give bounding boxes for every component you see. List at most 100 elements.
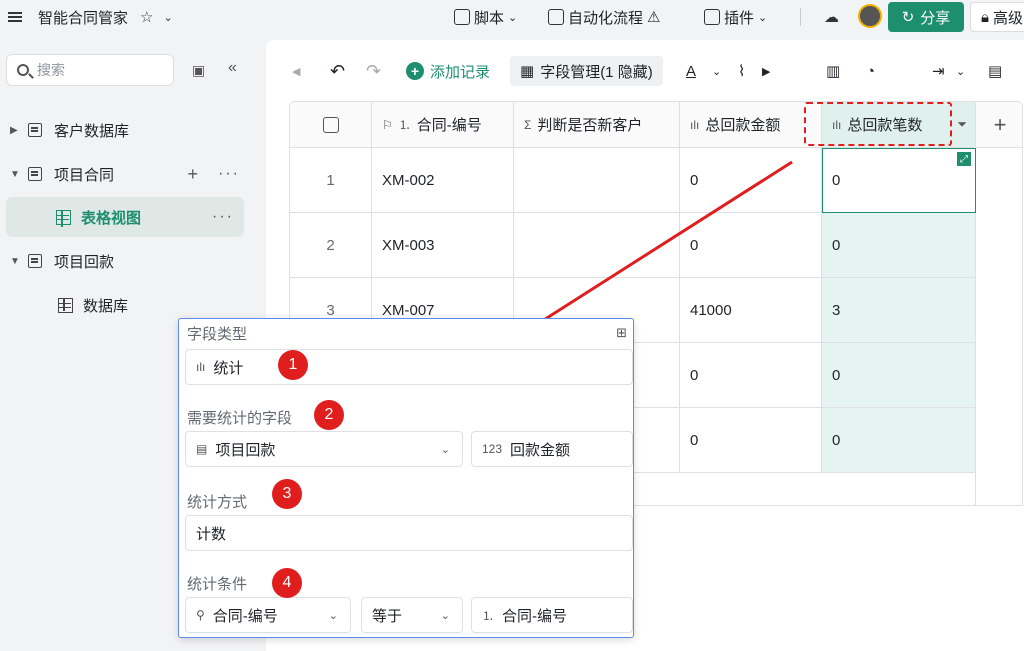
more-icon[interactable]: ··· (212, 208, 234, 226)
redo-icon[interactable]: ↷ (366, 56, 381, 86)
text-color-icon[interactable]: A (686, 56, 696, 86)
sidebar-item-grid-view[interactable]: 表格视图 ··· (6, 197, 244, 237)
scroll-right-icon[interactable]: ▶ (762, 56, 770, 86)
star-icon[interactable]: ☆ (140, 8, 153, 26)
share-button[interactable]: ↻ 分享 (888, 2, 964, 32)
scroll-left-icon[interactable]: ◀ (292, 56, 300, 86)
cell-total-amount[interactable]: 0 (680, 343, 822, 408)
column-header-label: 合同-编号 (416, 117, 482, 134)
add-record-button[interactable]: + 添加记录 (406, 56, 490, 86)
cloud-sync-icon[interactable]: ☁ (824, 8, 839, 26)
column-header-new-customer[interactable]: Σ 判断是否新客户 (514, 102, 680, 148)
panel-icon[interactable]: ▣ (192, 62, 205, 79)
script-icon (454, 9, 470, 25)
chevron-down-icon[interactable]: ⌄ (163, 11, 172, 24)
share-icon: ↻ (901, 9, 915, 26)
sidebar-item-label: 项目回款 (54, 253, 115, 271)
script-menu[interactable]: 脚本 ⌄ (454, 0, 517, 34)
chevron-down-icon[interactable]: ⌄ (712, 56, 721, 86)
search-input[interactable]: 搜索 (6, 54, 174, 86)
cond-field-select[interactable]: ⚲ 合同-编号 ⌄ (185, 597, 351, 633)
caret-down-icon[interactable]: ▼ (10, 256, 22, 267)
field-config-popup: 字段类型 ⊞ ılı 统计 需要统计的字段 ▤ 项目回款 ⌄ 123 回款金额 … (178, 318, 634, 638)
cell-total-count[interactable]: 0 (822, 408, 976, 473)
cell-new-customer[interactable] (514, 213, 680, 278)
column-header-contract-no[interactable]: ⚐ ⒈ 合同-编号 (372, 102, 514, 148)
cell-total-count[interactable]: 0 (822, 213, 976, 278)
sidebar-item-label: 表格视图 (81, 209, 142, 227)
apps-icon[interactable]: ⊞ (616, 325, 627, 341)
format-icon[interactable]: ⌇ (738, 56, 745, 86)
caret-right-icon[interactable]: ▶ (10, 125, 22, 136)
field-type-select[interactable]: ılı 统计 (185, 349, 633, 385)
history-icon[interactable]: ◔ (866, 56, 875, 86)
stat-method-select[interactable]: 计数 (185, 515, 633, 551)
collapse-icon[interactable]: « (228, 59, 237, 77)
field-manage-label: 字段管理(1 隐藏) (540, 63, 653, 81)
field-manage-button[interactable]: ▦ 字段管理(1 隐藏) (510, 56, 663, 86)
robot-icon (548, 9, 564, 25)
chevron-down-icon: ⌄ (328, 609, 338, 622)
caret-down-icon[interactable]: ▼ (10, 169, 22, 180)
cell-new-customer[interactable] (514, 148, 680, 213)
menu-icon[interactable] (8, 12, 22, 22)
sidebar-item-contracts[interactable]: ▼ 项目合同 + ··· (0, 154, 250, 194)
layout-icon[interactable]: ▥ (826, 56, 840, 86)
add-icon[interactable]: + (187, 164, 200, 185)
sidebar-item-customers[interactable]: ▶ 客户数据库 (0, 110, 250, 150)
cell-total-amount[interactable]: 41000 (680, 278, 822, 343)
cell-contract-no[interactable]: XM-003 (372, 213, 514, 278)
table-icon (28, 123, 42, 137)
expand-icon[interactable]: ⤢ (957, 152, 971, 166)
field-type-label: 字段类型 (187, 326, 248, 343)
search-placeholder: 搜索 (37, 62, 65, 78)
cond-value-select[interactable]: ⒈ 合同-编号 (471, 597, 633, 633)
step-badge: 3 (272, 479, 302, 509)
chevron-down-icon[interactable]: ⌄ (956, 56, 965, 86)
bar-chart-icon: ılı (196, 360, 206, 374)
add-column-button[interactable]: + (976, 102, 1022, 148)
select-all-checkbox[interactable] (290, 102, 372, 148)
lock-icon: 🔒︎ (981, 8, 989, 26)
chevron-down-icon: ⌄ (508, 11, 518, 24)
cond-op-select[interactable]: 等于 ⌄ (361, 597, 463, 633)
plugin-menu[interactable]: 插件 ⌄ (704, 0, 767, 34)
cell-contract-no[interactable]: XM-002 (372, 148, 514, 213)
column-header-total-amount[interactable]: ılı 总回款金额 (680, 102, 822, 148)
stat-field-select[interactable]: 123 回款金额 (471, 431, 633, 467)
cell-total-count[interactable]: 0 (822, 343, 976, 408)
bar-chart-icon: ılı (690, 117, 700, 132)
clipboard-icon[interactable]: ▤ (988, 56, 1002, 86)
row-number: 2 (290, 213, 372, 278)
avatar[interactable] (858, 4, 882, 28)
stat-table-value: 项目回款 (215, 441, 276, 459)
stat-method-value: 计数 (196, 525, 227, 543)
link-icon: ⚲ (196, 608, 205, 622)
advanced-button[interactable]: 🔒︎ 高级 (970, 2, 1024, 32)
script-label: 脚本 (474, 9, 505, 27)
warning-icon: ⚠ (647, 9, 661, 26)
stat-table-select[interactable]: ▤ 项目回款 ⌄ (185, 431, 463, 467)
cond-value: 合同-编号 (502, 607, 568, 625)
sidebar-item-payments[interactable]: ▼ 项目回款 (0, 241, 250, 281)
filter-icon[interactable]: ⏷ (957, 117, 967, 132)
share-label: 分享 (920, 9, 951, 27)
cell-total-amount[interactable]: 0 (680, 148, 822, 213)
row-number: 1 (290, 148, 372, 213)
export-icon[interactable]: ⇥ (932, 56, 945, 86)
column-header-label: 判断是否新客户 (537, 117, 643, 134)
chevron-down-icon: ⌄ (758, 11, 768, 24)
cell-total-count[interactable]: 3 (822, 278, 976, 343)
undo-icon[interactable]: ↶ (330, 56, 345, 86)
cell-total-count[interactable]: 0 ⤢ (822, 148, 976, 213)
search-icon (17, 64, 29, 76)
chevron-down-icon: ⌄ (440, 609, 450, 622)
more-icon[interactable]: ··· (218, 165, 240, 183)
automation-menu[interactable]: 自动化流程 ⚠ (548, 0, 660, 34)
cell-value: 0 (832, 171, 841, 189)
checkbox-icon (322, 116, 339, 133)
cell-total-amount[interactable]: 0 (680, 408, 822, 473)
cell-total-amount[interactable]: 0 (680, 213, 822, 278)
grid-view-icon (56, 209, 71, 225)
ordered-list-icon: ⒈ (482, 608, 495, 623)
